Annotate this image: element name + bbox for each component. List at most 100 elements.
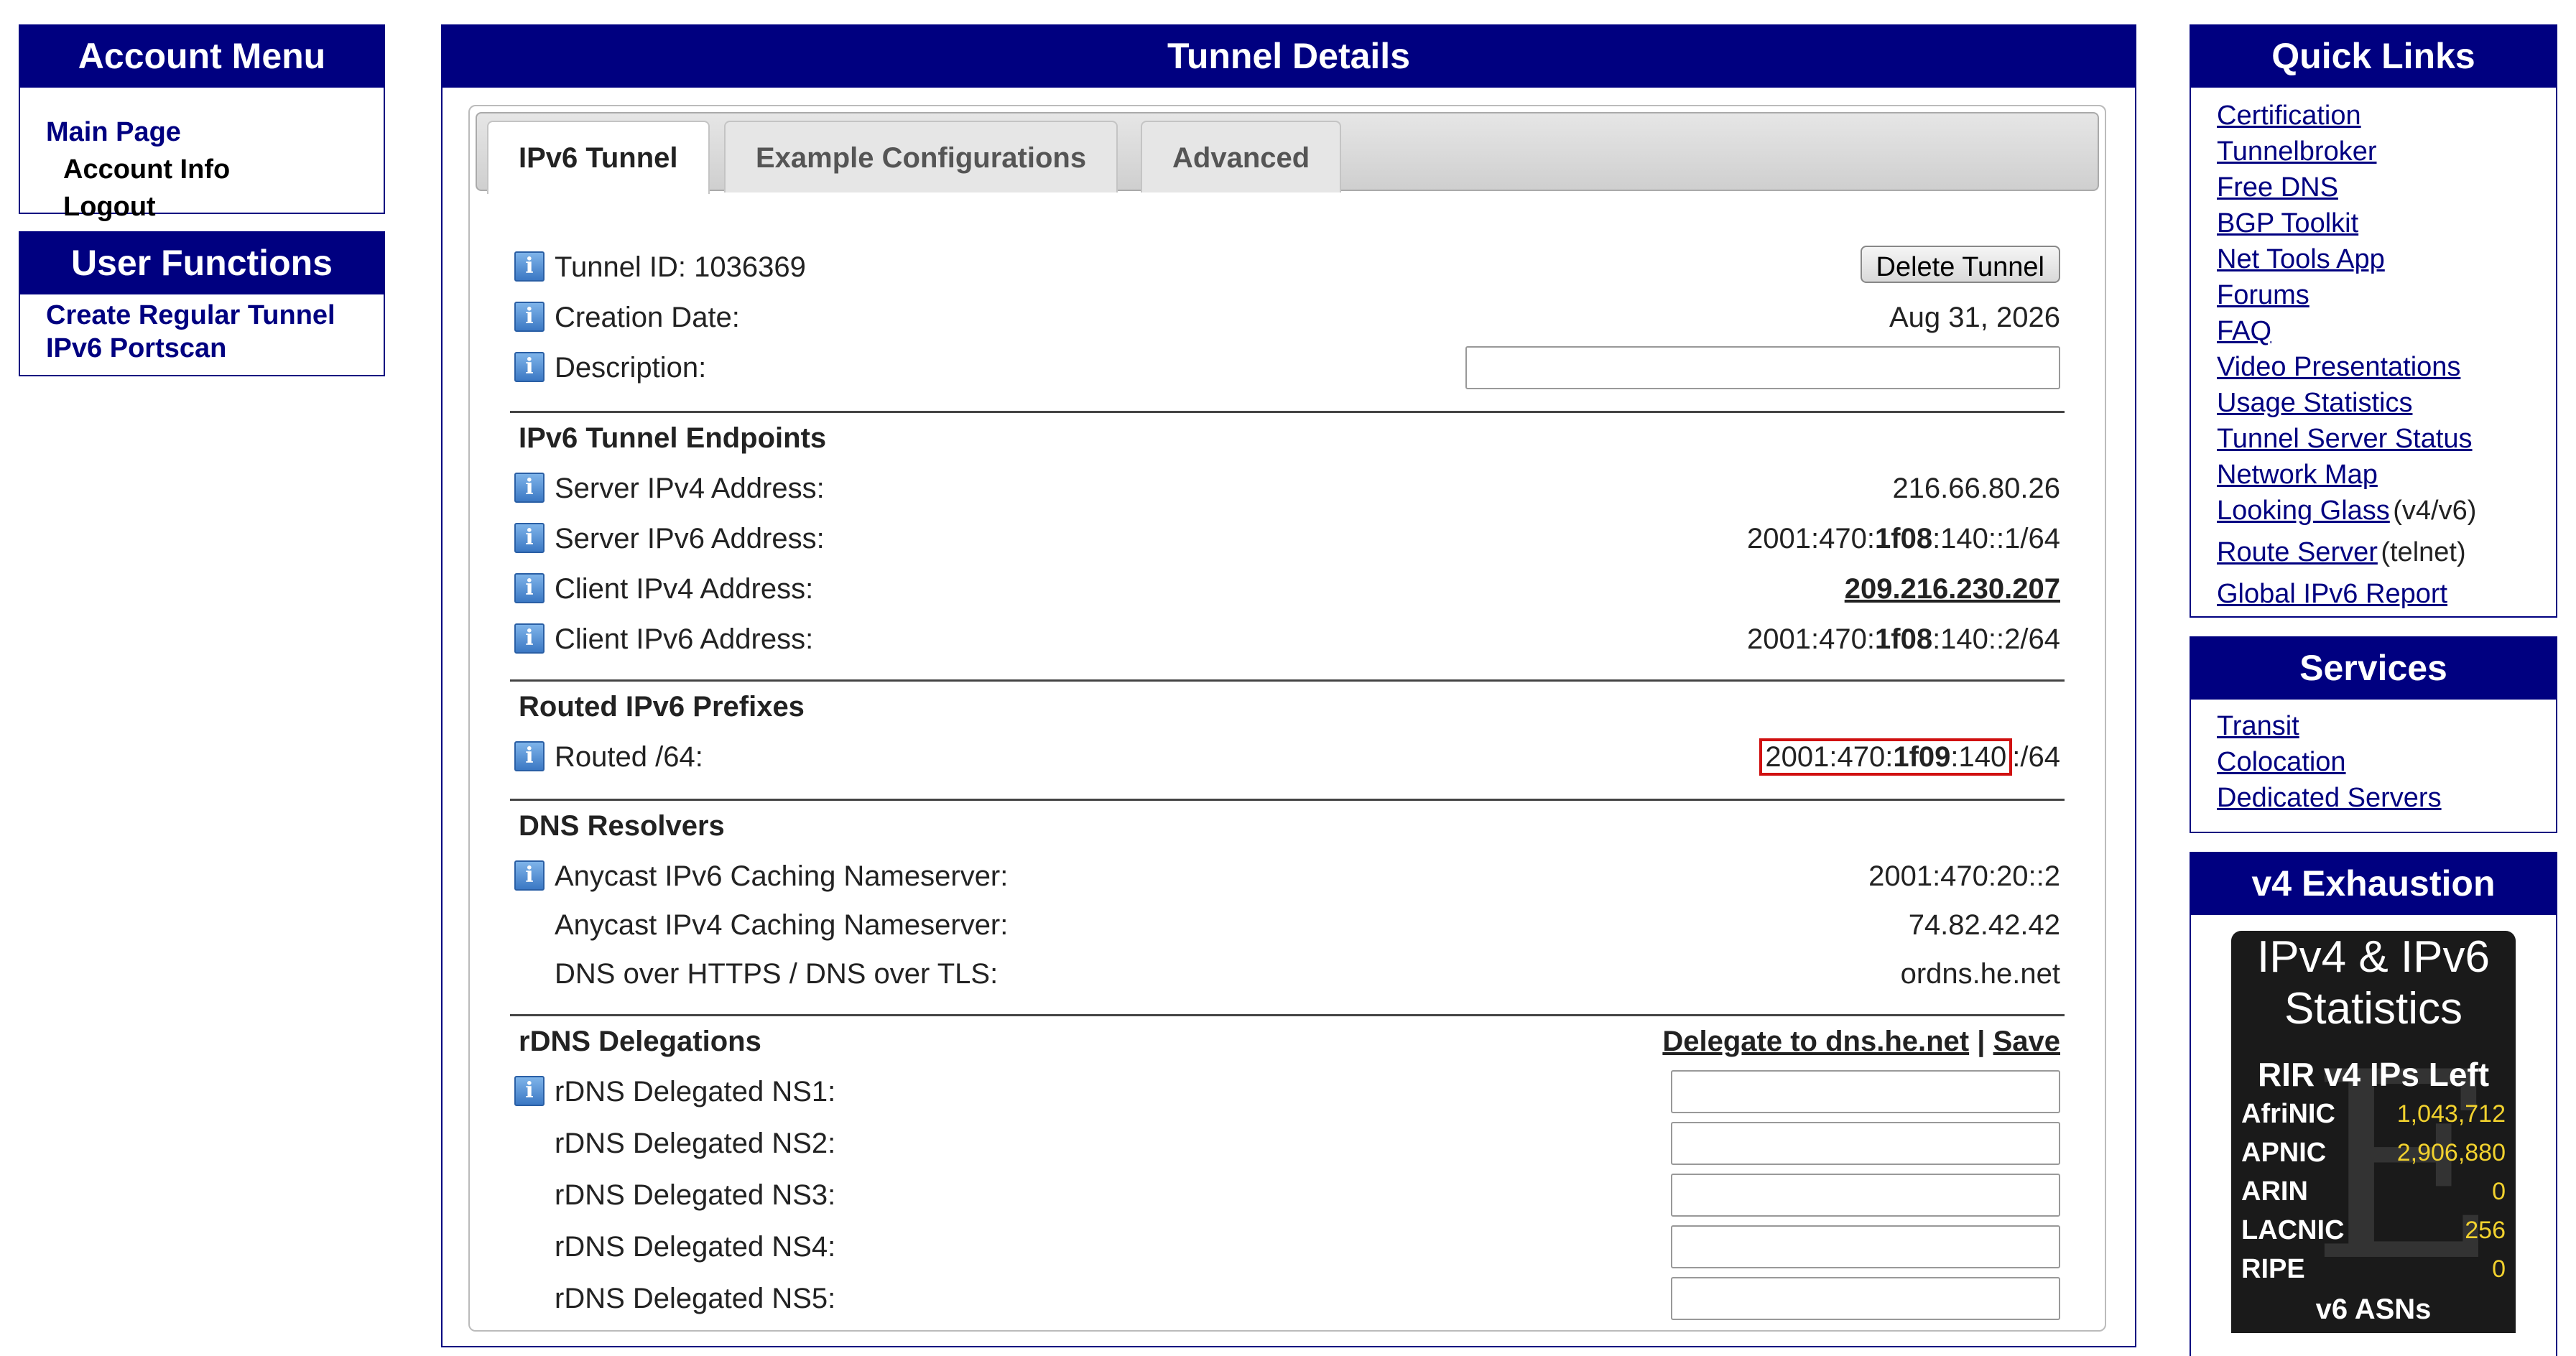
quicklink-tunnelbroker[interactable]: Tunnelbroker	[2217, 134, 2556, 170]
account-menu-box: Account Menu Main Page Account Info Logo…	[19, 24, 385, 222]
info-icon[interactable]: i	[514, 741, 545, 771]
rir-row-afrinic: AfriNIC 1,043,712	[2241, 1099, 2506, 1129]
rdns-ns5-label: rDNS Delegated NS5:	[555, 1283, 836, 1314]
route-server-line: Route Server (telnet)	[2217, 534, 2556, 576]
info-icon[interactable]: i	[514, 473, 545, 503]
quicklink-looking-glass[interactable]: Looking Glass	[2217, 496, 2390, 526]
looking-glass-line: Looking Glass (v4/v6)	[2217, 493, 2556, 534]
tunnel-details-title: Tunnel Details	[443, 26, 2135, 88]
rdns-heading-row: rDNS Delegations Delegate to dns.he.net …	[519, 1020, 2060, 1063]
v4-exhaustion-title: v4 Exhaustion	[2191, 853, 2556, 915]
info-icon[interactable]: i	[514, 302, 545, 332]
creation-date-value: Aug 31, 2026	[1889, 302, 2060, 333]
rdns-ns1-row: i rDNS Delegated NS1:	[514, 1070, 2060, 1113]
tab-bar: IPv6 Tunnel Example Configurations Advan…	[476, 112, 2099, 194]
client-ipv6-label: Client IPv6 Address:	[555, 623, 814, 655]
info-icon[interactable]: i	[514, 352, 545, 382]
quicklink-usage-statistics[interactable]: Usage Statistics	[2217, 385, 2556, 421]
rdns-ns5-input[interactable]	[1671, 1277, 2060, 1320]
rdns-ns2-input[interactable]	[1671, 1122, 2060, 1165]
rdns-ns3-label: rDNS Delegated NS3:	[555, 1179, 836, 1211]
creation-date-label: Creation Date:	[555, 302, 740, 333]
server-ipv4-value: 216.66.80.26	[1892, 473, 2060, 504]
info-icon[interactable]: i	[514, 1076, 545, 1106]
info-icon[interactable]: i	[514, 623, 545, 654]
service-colocation[interactable]: Colocation	[2217, 744, 2556, 780]
rdns-ns3-input[interactable]	[1671, 1174, 2060, 1217]
quicklink-free-dns[interactable]: Free DNS	[2217, 170, 2556, 205]
rdns-ns4-input[interactable]	[1671, 1225, 2060, 1268]
tunnel-details-box: Tunnel Details IPv6 Tunnel Example Confi…	[441, 24, 2136, 1347]
client-ipv4-link[interactable]: 209.216.230.207	[1845, 567, 2060, 610]
anycast-ipv4-row: Anycast IPv4 Caching Nameserver: 74.82.4…	[514, 904, 2060, 947]
nav-ipv6-portscan[interactable]: IPv6 Portscan	[46, 332, 384, 365]
quicklink-faq[interactable]: FAQ	[2217, 313, 2556, 349]
server-ipv4-row: i Server IPv4 Address: 216.66.80.26	[514, 467, 2060, 510]
quicklink-network-map[interactable]: Network Map	[2217, 457, 2556, 493]
tab-advanced[interactable]: Advanced	[1141, 121, 1342, 192]
quicklink-route-server[interactable]: Route Server	[2217, 537, 2378, 567]
rdns-ns4-row: rDNS Delegated NS4:	[514, 1225, 2060, 1268]
divider	[510, 799, 2065, 801]
routed64-row: i Routed /64: 2001:470:1f09:140:/64	[514, 735, 2060, 779]
info-icon[interactable]: i	[514, 573, 545, 603]
user-functions-title: User Functions	[20, 233, 384, 294]
divider	[510, 679, 2065, 682]
divider	[510, 411, 2065, 413]
nav-create-regular-tunnel[interactable]: Create Regular Tunnel	[46, 299, 384, 332]
services-title: Services	[2191, 638, 2556, 700]
quicklink-global-ipv6-report[interactable]: Global IPv6 Report	[2217, 576, 2556, 612]
quicklink-certification[interactable]: Certification	[2217, 98, 2556, 134]
rir-row-lacnic: LACNIC 256	[2241, 1215, 2506, 1245]
rdns-ns1-input[interactable]	[1671, 1070, 2060, 1113]
routed-prefixes-heading: Routed IPv6 Prefixes	[519, 691, 805, 723]
info-icon[interactable]: i	[514, 860, 545, 891]
delete-tunnel-button[interactable]: Delete Tunnel	[1860, 246, 2060, 283]
stats-title-line2: Statistics	[2284, 984, 2463, 1034]
rir-row-ripe: RIPE 0	[2241, 1254, 2506, 1284]
quicklink-tunnel-server-status[interactable]: Tunnel Server Status	[2217, 421, 2556, 457]
routed64-label: Routed /64:	[555, 741, 703, 773]
looking-glass-note: (v4/v6)	[2393, 496, 2477, 526]
description-label: Description:	[555, 352, 707, 384]
save-link[interactable]: Save	[1993, 1026, 2060, 1057]
endpoints-heading: IPv6 Tunnel Endpoints	[519, 422, 827, 454]
stats-title-line1: IPv4 & IPv6	[2257, 932, 2490, 982]
v6-asns-heading: v6 ASNs	[2315, 1294, 2432, 1325]
ipv4-ipv6-stats-widget[interactable]: E IPv4 & IPv6 Statistics RIR v4 IPs Left…	[2231, 931, 2516, 1333]
tunnel-id-row: i Tunnel ID: 1036369 Delete Tunnel	[514, 246, 2060, 289]
quicklink-net-tools-app[interactable]: Net Tools App	[2217, 241, 2556, 277]
anycast-ipv4-label: Anycast IPv4 Caching Nameserver:	[555, 909, 1009, 941]
quicklink-bgp-toolkit[interactable]: BGP Toolkit	[2217, 205, 2556, 241]
client-ipv6-row: i Client IPv6 Address: 2001:470:1f08:140…	[514, 618, 2060, 661]
rdns-ns1-label: rDNS Delegated NS1:	[555, 1076, 836, 1107]
server-ipv6-row: i Server IPv6 Address: 2001:470:1f08:140…	[514, 517, 2060, 560]
description-row: i Description:	[514, 346, 2060, 389]
tab-ipv6-tunnel[interactable]: IPv6 Tunnel	[487, 121, 710, 194]
description-input[interactable]	[1465, 346, 2060, 389]
rdns-ns4-label: rDNS Delegated NS4:	[555, 1231, 836, 1263]
service-transit[interactable]: Transit	[2217, 708, 2556, 744]
info-icon[interactable]: i	[514, 523, 545, 553]
quicklink-forums[interactable]: Forums	[2217, 277, 2556, 313]
divider	[510, 1014, 2065, 1016]
tunnel-id-label: Tunnel ID: 1036369	[555, 251, 806, 283]
nav-logout[interactable]: Logout	[46, 188, 384, 226]
anycast-ipv6-value: 2001:470:20::2	[1868, 860, 2060, 892]
delegate-dns-link[interactable]: Delegate to dns.he.net	[1662, 1026, 1969, 1057]
nav-account-info[interactable]: Account Info	[46, 151, 384, 188]
quicklink-video-presentations[interactable]: Video Presentations	[2217, 349, 2556, 385]
nav-main-page[interactable]: Main Page	[46, 113, 384, 151]
rdns-ns3-row: rDNS Delegated NS3:	[514, 1174, 2060, 1217]
server-ipv6-label: Server IPv6 Address:	[555, 523, 825, 554]
rdns-ns5-row: rDNS Delegated NS5:	[514, 1277, 2060, 1320]
tab-example-configurations[interactable]: Example Configurations	[724, 121, 1118, 192]
rir-row-arin: ARIN 0	[2241, 1176, 2506, 1207]
anycast-ipv4-value: 74.82.42.42	[1908, 909, 2060, 941]
doh-row: DNS over HTTPS / DNS over TLS: ordns.he.…	[514, 952, 2060, 995]
rir-subtitle: RIR v4 IPs Left	[2257, 1056, 2490, 1093]
services-box: Services Transit Colocation Dedicated Se…	[2190, 636, 2557, 833]
service-dedicated-servers[interactable]: Dedicated Servers	[2217, 780, 2556, 816]
info-icon[interactable]: i	[514, 251, 545, 282]
rdns-heading: rDNS Delegations	[519, 1026, 761, 1057]
